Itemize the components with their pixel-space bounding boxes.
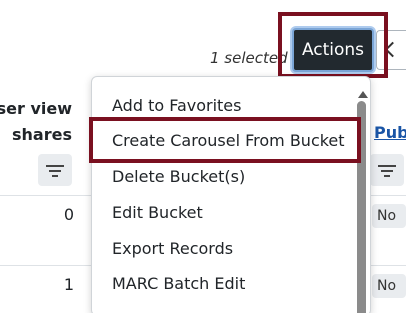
menu-item-export-records[interactable]: Export Records <box>93 232 355 266</box>
filter-button-views[interactable] <box>38 154 72 186</box>
menu-item-highlight-box <box>89 117 361 163</box>
menu-item-edit-bucket[interactable]: Edit Bucket <box>93 196 355 230</box>
scroll-up-arrow-icon[interactable] <box>358 91 368 98</box>
actions-dropdown-menu: Add to Favorites Create Carousel From Bu… <box>91 76 371 313</box>
selection-count: 1 selected <box>210 49 288 67</box>
cell-views: 1 <box>63 275 74 294</box>
filter-icon <box>370 154 404 186</box>
menu-scrollbar[interactable] <box>356 79 368 313</box>
actions-highlight-box <box>278 12 388 78</box>
column-header-pub[interactable]: Pub <box>374 123 406 142</box>
column-header-user-view-shares: user view shares <box>0 99 72 144</box>
status-badge: No <box>372 274 406 298</box>
filter-icon <box>38 154 72 186</box>
status-badge: No <box>372 204 406 228</box>
menu-item-delete-buckets[interactable]: Delete Bucket(s) <box>93 160 355 194</box>
cell-views: 0 <box>63 205 74 224</box>
menu-item-marc-batch-edit[interactable]: MARC Batch Edit <box>93 267 355 301</box>
filter-button-pub[interactable] <box>370 154 404 186</box>
